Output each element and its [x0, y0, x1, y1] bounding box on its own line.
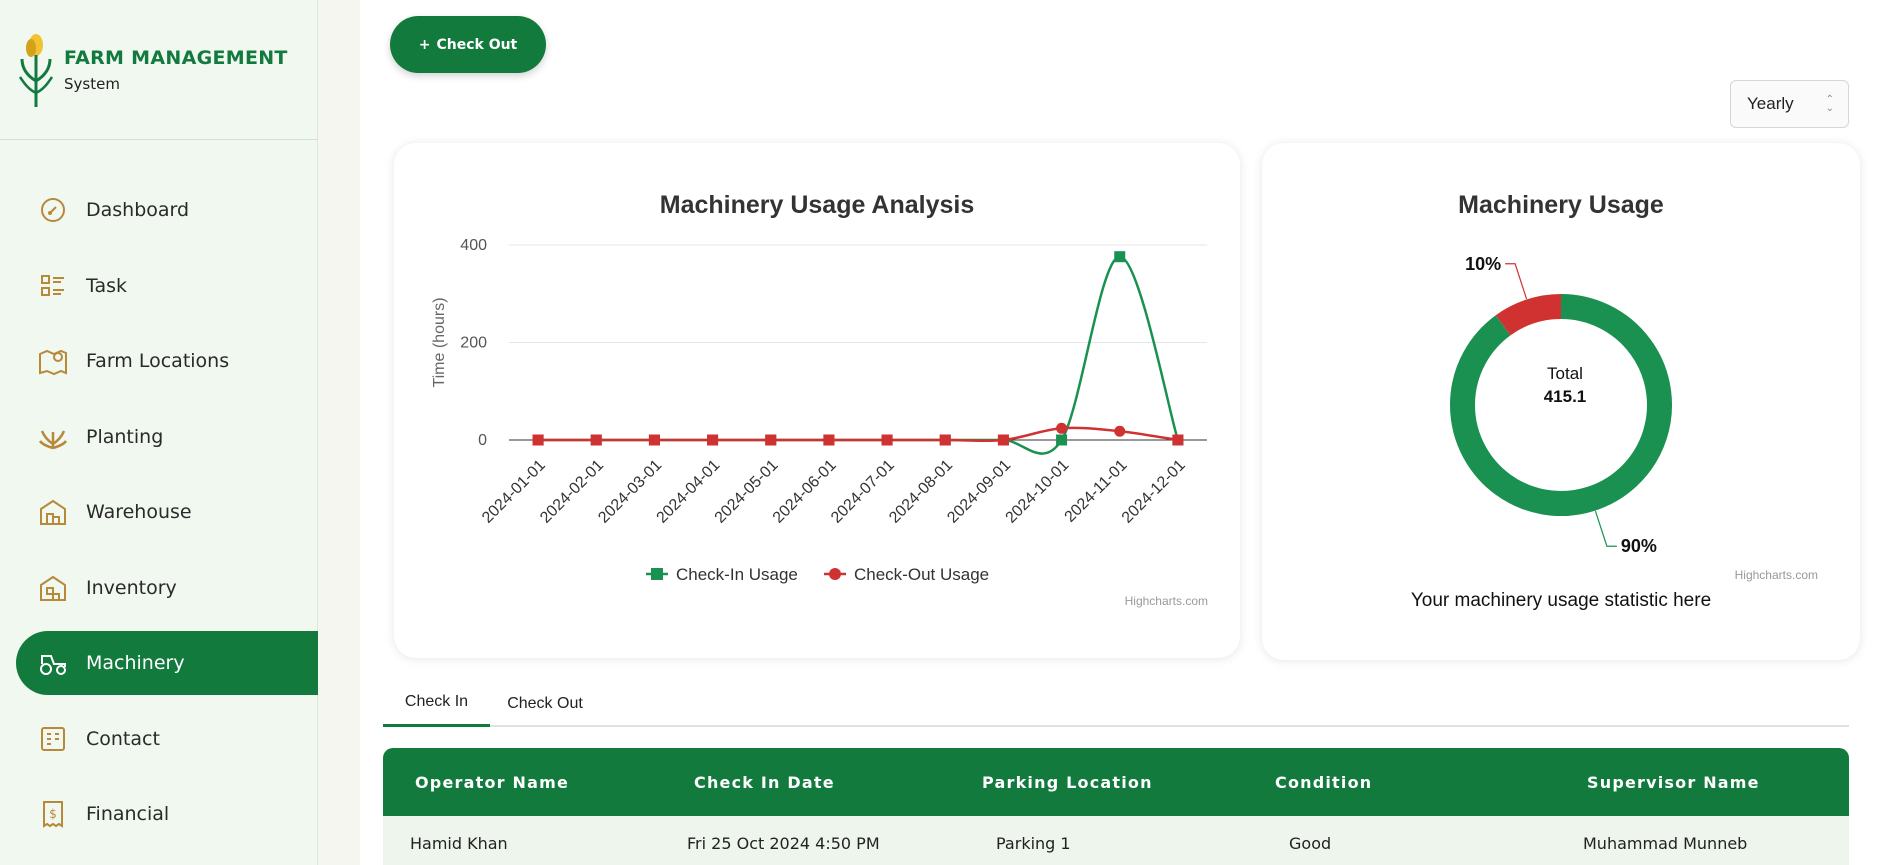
inventory-icon: [38, 573, 68, 603]
data-label: 10%: [1465, 254, 1501, 274]
legend-label: Check-Out Usage: [854, 565, 989, 584]
x-tick-label: 2024-12-01: [1119, 457, 1189, 527]
sidebar-item-label: Inventory: [86, 576, 177, 599]
map-pin-icon: [38, 346, 68, 376]
series-line: [538, 426, 1179, 443]
y-tick-label: 400: [460, 237, 487, 254]
sidebar-item-machinery[interactable]: Machinery: [16, 631, 318, 695]
sidebar-item-label: Financial: [86, 803, 170, 825]
data-point: [765, 434, 777, 446]
data-label: 90%: [1621, 536, 1657, 556]
table-row[interactable]: Hamid Khan Fri 25 Oct 2024 4:50 PM Parki…: [383, 816, 1849, 865]
donut-caption: Your machinery usage statistic here: [1410, 590, 1712, 611]
data-label-connector: [1594, 510, 1617, 547]
sidebar-item-label: Machinery: [86, 652, 185, 674]
check-out-button-label: Check Out: [436, 36, 518, 53]
tab-check-out[interactable]: Check Out: [490, 680, 600, 727]
warehouse-icon: [38, 497, 68, 527]
table-cell: Good: [1289, 834, 1332, 853]
sidebar-item-financial[interactable]: $ Financial: [0, 782, 318, 846]
sidebar-item-task[interactable]: Task: [0, 254, 318, 318]
legend-label: Check-In Usage: [676, 565, 798, 584]
data-point: [939, 434, 951, 446]
usage-line-chart: 0200400Time (hours)2024-01-012024-02-012…: [431, 237, 1207, 584]
data-point: [823, 434, 835, 446]
legend-marker: [829, 568, 841, 580]
speedometer-icon: [38, 195, 68, 225]
data-point: [1056, 434, 1068, 446]
plant-icon: [38, 422, 68, 452]
table-cell: Fri 25 Oct 2024 4:50 PM: [687, 834, 880, 853]
column-header[interactable]: Condition: [1275, 773, 1372, 792]
plus-icon: +: [418, 36, 431, 53]
brand: FARM MANAGEMENT System: [0, 0, 317, 140]
sidebar-item-inventory[interactable]: Inventory: [0, 556, 318, 620]
sidebar-item-label: Warehouse: [86, 501, 192, 523]
donut-slice: [1495, 294, 1562, 336]
usage-donut-card: Machinery Usage 90% 10% Total 415.1 Highcha…: [1262, 143, 1860, 660]
legend-marker: [651, 568, 663, 580]
data-point: [532, 434, 544, 446]
donut-credit[interactable]: Highcharts.com: [1735, 568, 1818, 582]
sidebar-item-contact[interactable]: Contact: [0, 707, 318, 771]
y-tick-label: 200: [460, 335, 487, 352]
column-header[interactable]: Check In Date: [694, 773, 835, 792]
data-point: [1114, 251, 1126, 263]
chevron-updown-icon: ⌃ ⌄: [1825, 94, 1834, 114]
tractor-icon: [38, 648, 68, 678]
table-cell: Hamid Khan: [410, 834, 508, 853]
usage-analysis-card: Machinery Usage Analysis 0 200 400 Time (ho…: [394, 143, 1240, 658]
column-header[interactable]: Operator Name: [415, 773, 569, 792]
sidebar-item-label: Contact: [86, 727, 160, 750]
receipt-dollar-icon: $: [38, 799, 68, 829]
data-point: [590, 434, 602, 446]
data-point: [1172, 434, 1184, 446]
tab-check-in[interactable]: Check In: [383, 680, 490, 727]
sidebar-item-label: Farm Locations: [86, 350, 230, 372]
sidebar-item-farm-locations[interactable]: Farm Locations: [0, 329, 318, 393]
y-axis-label: Time (hours): [431, 297, 448, 387]
sidebar: FARM MANAGEMENT System Dashboard Task Fa…: [0, 0, 318, 865]
table-cell: Muhammad Munneb: [1583, 834, 1748, 853]
data-point: [648, 434, 660, 446]
column-header[interactable]: Parking Location: [982, 773, 1153, 792]
data-point: [707, 434, 719, 446]
data-point: [881, 434, 893, 446]
wheat-logo-icon: [18, 33, 54, 107]
sidebar-item-planting[interactable]: Planting: [0, 405, 318, 469]
chart-credit[interactable]: Highcharts.com: [1125, 594, 1208, 608]
brand-title: FARM MANAGEMENT: [64, 46, 288, 69]
sidebar-item-label: Planting: [86, 425, 164, 448]
period-select-value: Yearly: [1747, 94, 1794, 113]
table-header: Operator Name Check In Date Parking Loca…: [383, 748, 1849, 816]
check-out-button[interactable]: + Check Out: [390, 16, 546, 73]
sidebar-item-dashboard[interactable]: Dashboard: [0, 178, 318, 242]
usage-donut-chart: 90% 10% Total 415.1: [1450, 254, 1672, 556]
column-header[interactable]: Supervisor Name: [1587, 773, 1760, 792]
table-cell: Parking 1: [996, 834, 1071, 853]
data-point: [1056, 422, 1068, 434]
donut-center-value: 415.1: [1544, 387, 1587, 406]
series-line: [538, 255, 1180, 455]
svg-text:$: $: [49, 807, 57, 821]
data-point: [997, 434, 1009, 446]
sidebar-item-label: Task: [86, 274, 128, 297]
tab-bar: Check In Check Out: [383, 680, 1849, 727]
sidebar-nav: Dashboard Task Farm Locations Planting W…: [0, 178, 318, 858]
contact-book-icon: [38, 724, 68, 754]
donut-center-label: Total: [1547, 364, 1583, 383]
check-in-table: Operator Name Check In Date Parking Loca…: [383, 748, 1849, 865]
task-list-icon: [38, 271, 68, 301]
y-tick-label: 0: [478, 432, 487, 449]
data-label-connector: [1505, 263, 1528, 300]
brand-subtitle: System: [64, 74, 120, 93]
x-tick-label: 2024-10-01: [1003, 457, 1073, 527]
sidebar-item-label: Dashboard: [86, 199, 190, 221]
sidebar-item-warehouse[interactable]: Warehouse: [0, 480, 318, 544]
data-point: [1114, 425, 1126, 437]
period-select[interactable]: Yearly ⌃ ⌄: [1730, 80, 1849, 128]
